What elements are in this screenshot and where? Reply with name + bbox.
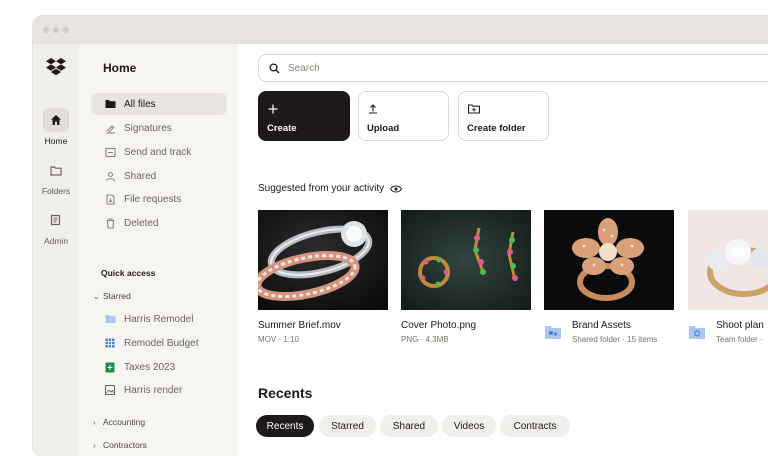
rail-label: Admin [43,236,69,246]
filter-chip-recents[interactable]: Recents [256,415,314,437]
eye-icon[interactable] [390,185,403,193]
card-meta: Shared folder · 15 items [572,335,658,344]
starred-label: Starred [103,291,131,301]
folder-icon [43,158,69,182]
app-window: Home Folders Admin Home All files Signat… [33,16,768,456]
card-name: Summer Brief.mov [258,320,341,331]
sidebar-item-label: Signatures [124,122,172,134]
starred-item-label: Remodel Budget [124,337,199,349]
image-thumbnail[interactable] [401,210,531,310]
window-dot[interactable] [43,27,49,33]
tree-item-contractors[interactable]: › Contractors [93,440,147,450]
upload-icon [368,101,378,119]
video-thumbnail[interactable] [258,210,388,310]
sidebar-item-label: Send and track [124,146,192,158]
starred-item-label: Harris render [124,384,183,396]
shared-icon [103,169,117,183]
starred-item-harris-render[interactable]: Harris render [91,379,227,401]
card-name: Shoot plan [716,320,764,331]
suggested-heading: Suggested from your activity [258,183,403,194]
grid-file-icon [103,336,117,350]
chevron-right-icon: › [93,417,96,427]
rail-item-folders[interactable]: Folders [33,158,79,196]
create-folder-button[interactable]: Create folder [458,91,549,141]
card-meta: PNG · 4.3MB [401,335,449,344]
send-icon [103,145,117,159]
tree-label: Accounting [103,417,146,427]
trash-icon [103,216,117,230]
window-dot[interactable] [63,27,69,33]
shared-folder-icon [544,324,562,345]
upload-button[interactable]: Upload [358,91,449,141]
admin-icon [43,208,69,232]
folder-icon [103,97,117,111]
starred-item-remodel-budget[interactable]: Remodel Budget [91,332,227,354]
sidebar: Home All files Signatures Send and track… [79,44,237,456]
card-meta: Team folder · [716,335,763,344]
starred-item-taxes-2023[interactable]: Taxes 2023 [91,356,227,378]
card-meta: MOV · 1:10 [258,335,299,344]
sidebar-title: Home [103,61,137,75]
team-folder-icon [688,324,706,345]
starred-item-harris-remodel[interactable]: Harris Remodel [91,308,227,330]
icon-rail: Home Folders Admin [33,44,79,456]
new-folder-icon [467,101,481,119]
signature-icon [103,121,117,135]
rail-item-admin[interactable]: Admin [33,208,79,246]
sidebar-item-send-and-track[interactable]: Send and track [91,141,227,163]
plus-icon [268,101,278,119]
filter-chip-contracts[interactable]: Contracts [500,415,570,437]
rail-label: Home [44,136,68,146]
create-folder-label: Create folder [467,123,526,134]
sidebar-item-label: File requests [124,193,182,205]
suggested-title: Suggested from your activity [258,183,385,194]
image-file-icon [103,383,117,397]
rail-label: Folders [41,186,71,196]
recents-heading: Recents [258,385,313,401]
sidebar-item-label: Shared [124,170,157,182]
tree-item-accounting[interactable]: › Accounting [93,417,145,427]
card-name: Cover Photo.png [401,320,477,331]
dropbox-logo-icon[interactable] [45,58,67,76]
search-input[interactable]: Search [258,54,768,82]
sidebar-item-all-files[interactable]: All files [91,93,227,115]
sidebar-item-label: Deleted [124,217,159,229]
sidebar-item-signatures[interactable]: Signatures [91,117,227,139]
upload-label: Upload [367,123,400,134]
create-label: Create [267,123,297,134]
sidebar-item-label: All files [124,98,156,110]
card-name: Brand Assets [572,320,631,331]
image-thumbnail[interactable] [688,210,768,310]
folder-icon [103,312,117,326]
suggested-card-brand-assets[interactable]: Brand Assets Shared folder · 15 items [544,210,674,344]
search-icon [269,62,280,74]
filter-chip-starred[interactable]: Starred [319,415,376,437]
home-icon [43,108,69,132]
quick-access-label: Quick access [101,268,156,278]
starred-item-label: Taxes 2023 [124,361,176,373]
filter-chip-shared[interactable]: Shared [380,415,438,437]
search-placeholder: Search [288,62,320,74]
sidebar-item-file-requests[interactable]: File requests [91,188,227,210]
main-content: Search Create Upload Create folder Sugge… [237,44,768,456]
starred-item-label: Harris Remodel [124,313,194,325]
starred-toggle[interactable]: ⌄ Starred [93,291,131,301]
suggested-card-shoot-plan[interactable]: Shoot plan Team folder · [688,210,768,344]
file-request-icon [103,192,117,206]
suggested-card-summer-brief[interactable]: Summer Brief.mov MOV · 1:10 [258,210,388,344]
spreadsheet-icon [103,360,117,374]
chevron-right-icon: › [93,440,96,450]
filter-chip-videos[interactable]: Videos [442,415,496,437]
suggested-card-cover-photo[interactable]: Cover Photo.png PNG · 4.3MB [401,210,531,344]
title-bar [33,16,768,44]
sidebar-item-deleted[interactable]: Deleted [91,212,227,234]
create-button[interactable]: Create [258,91,350,141]
chevron-down-icon: ⌄ [93,291,100,301]
tree-label: Contractors [103,440,147,450]
sidebar-item-shared[interactable]: Shared [91,165,227,187]
image-thumbnail[interactable] [544,210,674,310]
window-dot[interactable] [53,27,59,33]
rail-item-home[interactable]: Home [33,108,79,146]
